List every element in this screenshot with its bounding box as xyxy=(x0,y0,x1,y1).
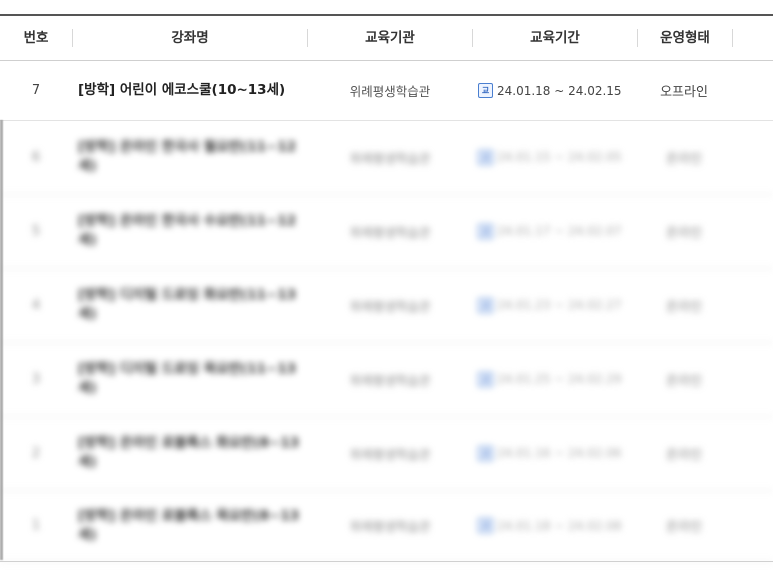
left-edge-bar xyxy=(0,120,3,560)
operation-type: 온라인 xyxy=(666,373,702,389)
course-title-link[interactable]: [방학] 온라인 한국사 월요반(11~12세) xyxy=(78,120,303,194)
course-title-link[interactable]: [방학] 어린이 에코스쿨(10~13세) xyxy=(78,61,303,120)
institution-name: 위례평생학습관 xyxy=(349,150,431,166)
row-number: 6 xyxy=(31,149,41,165)
operation-type: 온라인 xyxy=(666,447,702,463)
operation-type: 오프라인 xyxy=(660,85,708,100)
header-separator xyxy=(732,29,733,47)
table-row[interactable]: 7 [방학] 어린이 에코스쿨(10~13세) 위례평생학습관 교 24.01.… xyxy=(0,61,773,121)
institution-name: 위례평생학습관 xyxy=(349,84,431,99)
row-number: 7 xyxy=(31,83,41,98)
calendar-icon: 교 xyxy=(478,297,493,313)
institution-name: 위례평생학습관 xyxy=(349,519,431,534)
row-number: 1 xyxy=(31,518,41,533)
col-header-title: 강좌명 xyxy=(171,30,209,46)
table-bottom-border xyxy=(0,561,773,562)
institution-name: 위례평생학습관 xyxy=(349,298,431,314)
operation-type: 온라인 xyxy=(666,151,702,167)
course-title-link[interactable]: [방학] 온라인 로블록스 목요반(8~13세) xyxy=(78,490,303,561)
period-cell: 교 24.01.17 ~ 24.02.07 xyxy=(474,194,640,268)
period-text: 24.01.18 ~ 24.02.15 xyxy=(497,83,622,98)
period-cell: 교 24.01.18 ~ 24.02.15 xyxy=(474,61,640,120)
table-row[interactable]: 2 [방학] 온라인 로블록스 화요반(8~13세) 위례평생학습관 교 24.… xyxy=(0,416,773,491)
table-row[interactable]: 3 [방학] 디지털 드로잉 목요반(11~13세) 위례평생학습관 교 24.… xyxy=(0,342,773,417)
row-number: 5 xyxy=(31,223,41,239)
calendar-icon: 교 xyxy=(478,149,493,165)
period-text: 24.01.16 ~ 24.02.06 xyxy=(497,446,622,460)
institution-name: 위례평생학습관 xyxy=(349,372,431,388)
period-cell: 교 24.01.25 ~ 24.02.29 xyxy=(474,342,640,416)
period-text: 24.01.17 ~ 24.02.07 xyxy=(497,224,622,238)
period-text: 24.01.15 ~ 24.02.05 xyxy=(497,150,622,164)
calendar-icon: 교 xyxy=(478,223,493,239)
period-cell: 교 24.01.23 ~ 24.02.27 xyxy=(474,268,640,342)
row-number: 3 xyxy=(31,371,41,387)
course-title-link[interactable]: [방학] 온라인 한국사 수요반(11~12세) xyxy=(78,194,303,268)
period-cell: 교 24.01.18 ~ 24.02.08 xyxy=(474,490,640,561)
period-text: 24.01.23 ~ 24.02.27 xyxy=(497,298,622,312)
period-text: 24.01.18 ~ 24.02.08 xyxy=(497,518,622,533)
col-header-num: 번호 xyxy=(23,30,49,46)
col-header-institution: 교육기관 xyxy=(365,30,415,46)
table-row[interactable]: 6 [방학] 온라인 한국사 월요반(11~12세) 위례평생학습관 교 24.… xyxy=(0,120,773,195)
table-row[interactable]: 5 [방학] 온라인 한국사 수요반(11~12세) 위례평생학습관 교 24.… xyxy=(0,194,773,269)
period-cell: 교 24.01.16 ~ 24.02.06 xyxy=(474,416,640,490)
course-table: 번호 강좌명 교육기관 교육기간 운영형태 7 [방학] 어린이 에코스쿨(10… xyxy=(0,0,773,576)
table-row[interactable]: 4 [방학] 디지털 드로잉 화요반(11~13세) 위례평생학습관 교 24.… xyxy=(0,268,773,343)
calendar-icon: 교 xyxy=(478,445,493,461)
institution-name: 위례평생학습관 xyxy=(349,224,431,240)
institution-name: 위례평생학습관 xyxy=(349,446,431,462)
table-row[interactable]: 1 [방학] 온라인 로블록스 목요반(8~13세) 위례평생학습관 교 24.… xyxy=(0,490,773,562)
calendar-icon: 교 xyxy=(478,371,493,387)
course-title-link[interactable]: [방학] 온라인 로블록스 화요반(8~13세) xyxy=(78,416,303,490)
row-number: 4 xyxy=(31,297,41,313)
period-cell: 교 24.01.15 ~ 24.02.05 xyxy=(474,120,640,194)
course-title-link[interactable]: [방학] 디지털 드로잉 목요반(11~13세) xyxy=(78,342,303,416)
operation-type: 온라인 xyxy=(666,225,702,241)
calendar-icon: 교 xyxy=(478,518,493,533)
row-number: 2 xyxy=(31,445,41,461)
period-text: 24.01.25 ~ 24.02.29 xyxy=(497,372,622,386)
course-title-link[interactable]: [방학] 디지털 드로잉 화요반(11~13세) xyxy=(78,268,303,342)
col-header-type: 운영형태 xyxy=(660,30,710,46)
col-header-period: 교육기간 xyxy=(530,30,580,46)
table-header: 번호 강좌명 교육기관 교육기간 운영형태 xyxy=(0,16,773,61)
operation-type: 온라인 xyxy=(666,299,702,315)
calendar-icon: 교 xyxy=(478,83,493,98)
operation-type: 온라인 xyxy=(666,520,702,535)
